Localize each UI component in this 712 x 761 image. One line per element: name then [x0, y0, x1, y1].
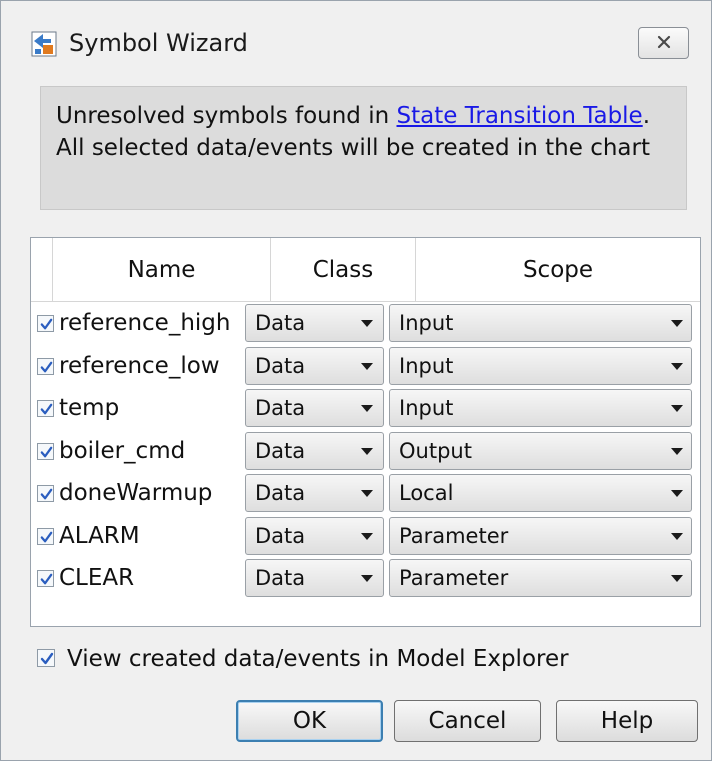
class-dropdown[interactable]: Data — [245, 346, 384, 385]
row-name[interactable]: CLEAR — [59, 565, 134, 591]
row-checkbox[interactable] — [37, 442, 54, 460]
table-row: temp Data Input — [31, 387, 700, 429]
header-checkbox-column — [31, 238, 53, 302]
row-name[interactable]: boiler_cmd — [59, 438, 185, 464]
table-row: reference_low Data Input — [31, 345, 700, 387]
class-dropdown[interactable]: Data — [245, 304, 384, 342]
class-dropdown[interactable]: Data — [245, 389, 384, 427]
cancel-button[interactable]: Cancel — [394, 700, 541, 742]
table-row: CLEAR Data Parameter — [31, 557, 700, 599]
class-dropdown-value: Data — [255, 438, 306, 463]
scope-dropdown-value: Local — [399, 481, 454, 505]
chevron-down-icon — [671, 447, 683, 455]
chevron-down-icon — [361, 362, 373, 370]
title-bar: Symbol Wizard — [1, 1, 711, 81]
close-button[interactable] — [638, 27, 689, 59]
close-icon — [656, 34, 672, 53]
row-name[interactable]: ALARM — [59, 523, 140, 549]
row-checkbox[interactable] — [37, 315, 54, 332]
help-button[interactable]: Help — [556, 700, 698, 742]
row-name[interactable]: reference_low — [59, 353, 220, 379]
class-dropdown[interactable]: Data — [245, 431, 384, 470]
header-class[interactable]: Class — [271, 238, 416, 302]
symbol-wizard-app-icon — [31, 31, 57, 57]
scope-dropdown[interactable]: Parameter — [389, 559, 692, 597]
scope-dropdown-value: Input — [399, 353, 454, 378]
ok-button[interactable]: OK — [236, 700, 383, 742]
checkmark-icon — [40, 403, 53, 415]
symbol-wizard-dialog: Symbol Wizard Unresolved symbols found i… — [0, 0, 712, 761]
header-name[interactable]: Name — [53, 238, 271, 302]
chevron-down-icon — [671, 405, 683, 412]
row-checkbox[interactable] — [37, 357, 54, 375]
class-dropdown-value: Data — [255, 566, 306, 590]
class-dropdown-value: Data — [255, 396, 306, 420]
scope-dropdown[interactable]: Input — [389, 304, 692, 342]
header-scope[interactable]: Scope — [416, 238, 700, 302]
chevron-down-icon — [361, 532, 373, 540]
checkmark-icon — [40, 318, 53, 330]
class-dropdown-value: Data — [255, 481, 306, 505]
info-message-box: Unresolved symbols found in State Transi… — [40, 86, 687, 210]
scope-dropdown-value: Input — [399, 396, 454, 420]
info-line-2: All selected data/events will be created… — [56, 135, 650, 161]
scope-dropdown[interactable]: Parameter — [389, 516, 692, 555]
scope-dropdown-value: Input — [399, 311, 454, 335]
row-checkbox[interactable] — [37, 485, 54, 502]
window-title: Symbol Wizard — [69, 29, 248, 57]
scope-dropdown-value: Parameter — [399, 523, 509, 548]
table-row: ALARM Data Parameter — [31, 515, 700, 557]
checkmark-icon — [40, 446, 53, 457]
table-row: boiler_cmd Data Output — [31, 430, 700, 472]
class-dropdown-value: Data — [255, 353, 306, 378]
class-dropdown[interactable]: Data — [245, 474, 384, 512]
checkmark-icon — [40, 488, 53, 500]
info-suffix: . — [642, 103, 651, 129]
checkmark-icon — [40, 652, 54, 665]
table-row: doneWarmup Data Local — [31, 472, 700, 514]
chevron-down-icon — [671, 532, 683, 540]
scope-dropdown-value: Output — [399, 438, 472, 463]
symbols-table: Name Class Scope reference_high Data Input… — [30, 237, 701, 627]
scope-dropdown[interactable]: Input — [389, 346, 692, 385]
view-in-model-explorer-label: View created data/events in Model Explor… — [67, 646, 569, 672]
chevron-down-icon — [361, 447, 373, 455]
chevron-down-icon — [361, 575, 373, 582]
row-checkbox[interactable] — [37, 570, 54, 587]
scope-dropdown[interactable]: Input — [389, 389, 692, 427]
chevron-down-icon — [361, 490, 373, 497]
chevron-down-icon — [671, 490, 683, 497]
class-dropdown[interactable]: Data — [245, 559, 384, 597]
row-name[interactable]: reference_high — [59, 310, 230, 336]
class-dropdown-value: Data — [255, 523, 306, 548]
checkmark-icon — [40, 531, 53, 542]
row-name[interactable]: temp — [59, 395, 119, 421]
info-prefix: Unresolved symbols found in — [56, 103, 397, 129]
chevron-down-icon — [671, 320, 683, 327]
chevron-down-icon — [361, 405, 373, 412]
checkmark-icon — [40, 573, 53, 585]
state-transition-table-link[interactable]: State Transition Table — [397, 103, 643, 129]
scope-dropdown[interactable]: Local — [389, 474, 692, 512]
scope-dropdown[interactable]: Output — [389, 431, 692, 470]
view-in-model-explorer-checkbox[interactable] — [37, 649, 55, 667]
chevron-down-icon — [361, 320, 373, 327]
checkmark-icon — [40, 361, 53, 372]
chevron-down-icon — [671, 575, 683, 582]
row-name[interactable]: doneWarmup — [59, 480, 212, 506]
table-row: reference_high Data Input — [31, 302, 700, 344]
info-line-1: Unresolved symbols found in State Transi… — [56, 103, 650, 129]
class-dropdown-value: Data — [255, 311, 306, 335]
chevron-down-icon — [671, 362, 683, 370]
class-dropdown[interactable]: Data — [245, 516, 384, 555]
row-checkbox[interactable] — [37, 527, 54, 545]
row-checkbox[interactable] — [37, 400, 54, 417]
scope-dropdown-value: Parameter — [399, 566, 509, 590]
